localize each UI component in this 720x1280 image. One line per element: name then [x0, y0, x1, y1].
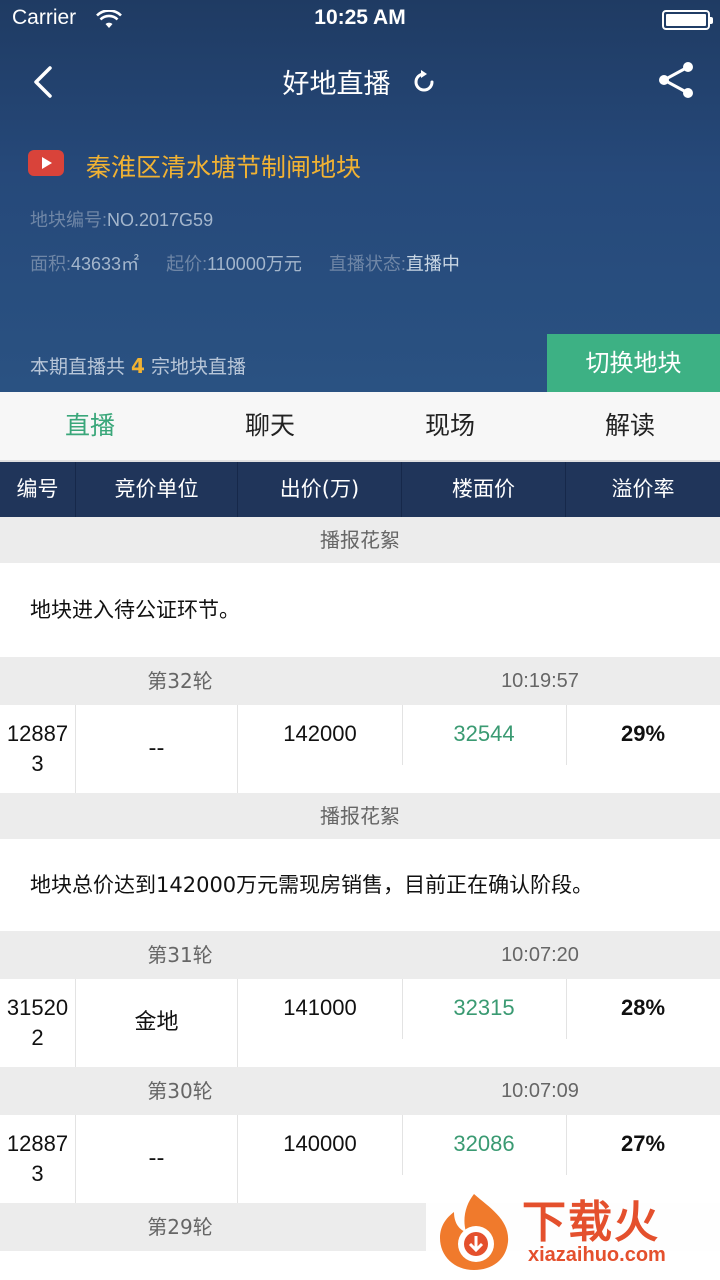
bid-unit: 金地: [76, 979, 238, 1067]
round-header: 第32轮 10:19:57: [0, 657, 720, 705]
tab-bar: 直播 聊天 现场 解读: [0, 392, 720, 462]
watermark-url: xiazaihuo.com: [528, 1244, 666, 1266]
land-code-value: NO.2017G59: [107, 210, 214, 230]
round-number: 第29轮: [147, 1215, 213, 1239]
column-header-floor-price: 楼面价: [402, 462, 566, 517]
bid-premium-rate: 29%: [620, 721, 666, 746]
land-info-panel: 秦淮区清水塘节制闸地块 地块编号:NO.2017G59 面积:43633㎡ 起价…: [0, 122, 720, 334]
column-header-bidder: 竞价单位: [76, 462, 238, 517]
navigation-bar: 好地直播: [0, 40, 720, 122]
bid-id: 12887 3: [0, 1115, 76, 1203]
round-time: 10:19:57: [501, 670, 579, 692]
section-title: 播报花絮: [0, 517, 720, 563]
land-code-label: 地块编号:: [30, 210, 108, 230]
round-header: 第30轮 10:07:09: [0, 1067, 720, 1115]
land-name: 秦淮区清水塘节制闸地块: [86, 153, 362, 182]
bid-floor-price: 32315: [453, 995, 515, 1020]
page-title: 好地直播: [282, 69, 391, 100]
notice-text: 地块进入待公证环节。: [0, 563, 720, 657]
round-time: 10:07:20: [501, 944, 579, 966]
area-value: 43633㎡: [71, 254, 140, 274]
tab-live[interactable]: 直播: [0, 392, 180, 460]
area-label: 面积:: [30, 254, 72, 274]
land-code: 地块编号:NO.2017G59: [30, 206, 213, 232]
column-header-premium-rate: 溢价率: [611, 477, 675, 501]
status-value: 直播中: [405, 254, 460, 274]
round-time: 10:07:09: [501, 1080, 579, 1102]
bid-price: 142000: [283, 721, 357, 746]
tab-analysis[interactable]: 解读: [540, 392, 720, 460]
tab-scene[interactable]: 现场: [360, 392, 540, 460]
switch-land-button[interactable]: 切换地块: [547, 334, 720, 392]
column-header-price: 出价(万): [238, 462, 402, 517]
round-header: 第31轮 10:07:20: [0, 931, 720, 979]
bid-id: 31520 2: [0, 979, 76, 1067]
land-meta: 面积:43633㎡ 起价:110000万元 直播状态:直播中: [30, 250, 482, 276]
bid-premium-rate: 28%: [620, 995, 666, 1020]
period-prefix: 本期直播共: [30, 356, 126, 378]
battery-icon: [662, 10, 713, 30]
tab-chat[interactable]: 聊天: [180, 392, 360, 460]
table-row: 31520 2 金地 141000 32315 28%: [0, 979, 720, 1067]
bid-unit: --: [76, 1115, 238, 1203]
refresh-icon[interactable]: [410, 68, 438, 96]
table-row: 12887 3 -- 142000 32544 29%: [0, 705, 720, 793]
round-number: 第31轮: [147, 943, 213, 967]
round-number: 第30轮: [147, 1079, 213, 1103]
video-icon: [28, 150, 64, 176]
bid-price: 140000: [283, 1131, 357, 1156]
column-header-id: 编号: [0, 462, 76, 517]
round-number: 第32轮: [147, 669, 213, 693]
start-price-label: 起价:: [166, 254, 208, 274]
bid-price: 141000: [283, 995, 357, 1020]
bid-floor-price: 32544: [453, 721, 515, 746]
period-count: 4: [131, 354, 145, 378]
watermark-text: 下载火: [522, 1197, 660, 1248]
live-feed[interactable]: 播报花絮 地块进入待公证环节。 第32轮 10:19:57 12887 3 -- …: [0, 517, 720, 1280]
bid-id: 12887 3: [0, 705, 76, 793]
bid-unit: --: [76, 705, 238, 793]
period-summary: 本期直播共 4 宗地块直播: [30, 352, 246, 379]
period-suffix: 宗地块直播: [150, 356, 246, 378]
table-header: 编号 竞价单位 出价(万) 楼面价 溢价率: [0, 462, 720, 517]
watermark: 下载火 xiazaihuo.com: [426, 1184, 720, 1280]
section-title: 播报花絮: [0, 793, 720, 839]
notice-text: 地块总价达到142000万元需现房销售，目前正在确认阶段。: [0, 839, 720, 931]
flame-logo-icon: [440, 1194, 509, 1270]
status-label: 直播状态:: [328, 254, 406, 274]
clock: 10:25 AM: [314, 6, 406, 29]
status-bar: Carrier 10:25 AM: [0, 0, 720, 40]
start-price-value: 110000万元: [207, 254, 302, 274]
share-icon[interactable]: [656, 60, 696, 100]
